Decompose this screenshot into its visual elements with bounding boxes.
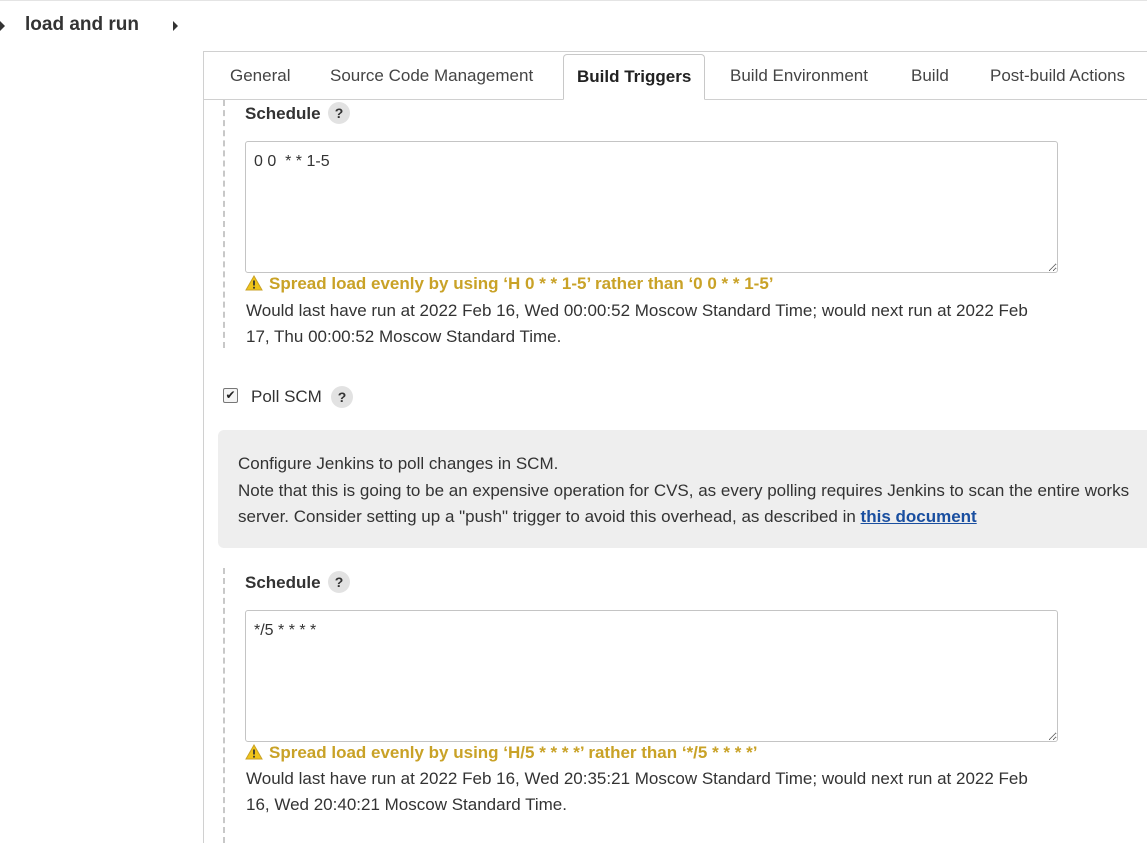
poll-schedule-label: Schedule — [245, 573, 321, 592]
poll-scm-label[interactable]: Poll SCM — [251, 387, 322, 407]
warning-icon — [245, 744, 263, 760]
sidebar — [0, 51, 203, 842]
info-line: Would last have run at 2022 Feb 16, Wed … — [246, 301, 1028, 320]
schedule-label: Schedule — [245, 104, 321, 123]
breadcrumb-menu-chevron-icon[interactable] — [173, 21, 178, 31]
tab-general[interactable]: General — [230, 66, 290, 86]
schedule-help-icon[interactable]: ? — [328, 102, 350, 124]
tab-build[interactable]: Build — [911, 66, 949, 86]
help-text-part: server. Consider setting up a "push" tri… — [238, 507, 856, 526]
poll-scm-checkbox[interactable]: ✔ — [223, 388, 238, 403]
poll-schedule-warning: Spread load evenly by using ‘H/5 * * * *… — [245, 743, 757, 763]
warning-text: Spread load evenly by using ‘H/5 * * * *… — [269, 743, 758, 762]
tab-build-triggers[interactable]: Build Triggers — [563, 54, 706, 100]
help-text: Note that this is going to be an expensi… — [238, 481, 1130, 500]
config-tabs: General Source Code Management Build Tri… — [204, 52, 1147, 100]
info-line: 17, Thu 00:00:52 Moscow Standard Time. — [246, 327, 562, 346]
tab-post-build-actions[interactable]: Post-build Actions — [990, 66, 1125, 86]
tab-build-environment[interactable]: Build Environment — [730, 66, 868, 86]
poll-schedule-textarea[interactable]: */5 * * * * — [245, 610, 1058, 742]
section-divider — [223, 568, 225, 843]
poll-schedule-info: Would last have run at 2022 Feb 16, Wed … — [246, 766, 1046, 818]
schedule-warning: Spread load evenly by using ‘H 0 * * 1-5… — [245, 274, 774, 294]
poll-scm-help-box: Configure Jenkins to poll changes in SCM… — [218, 430, 1147, 548]
tab-source-code-management[interactable]: Source Code Management — [330, 66, 533, 86]
info-line: Would last have run at 2022 Feb 16, Wed … — [246, 769, 1028, 788]
help-text: Configure Jenkins to poll changes in SCM… — [238, 454, 559, 473]
section-divider — [223, 100, 225, 348]
breadcrumb-bar: load and run — [0, 0, 1147, 52]
schedule-info: Would last have run at 2022 Feb 16, Wed … — [246, 298, 1046, 350]
info-line: 16, Wed 20:40:21 Moscow Standard Time. — [246, 795, 567, 814]
poll-scm-help-icon[interactable]: ? — [331, 386, 353, 408]
config-panel: General Source Code Management Build Tri… — [203, 51, 1147, 843]
schedule-textarea[interactable]: 0 0 * * 1-5 — [245, 141, 1058, 273]
breadcrumb-job-title[interactable]: load and run — [25, 14, 139, 36]
this-document-link[interactable]: this document — [861, 507, 977, 526]
poll-schedule-help-icon[interactable]: ? — [328, 571, 350, 593]
warning-icon — [245, 275, 263, 291]
warning-text: Spread load evenly by using ‘H 0 * * 1-5… — [269, 274, 774, 293]
breadcrumb-chevron-icon[interactable] — [0, 21, 5, 31]
help-text: server. Consider setting up a "push" tri… — [238, 507, 977, 527]
